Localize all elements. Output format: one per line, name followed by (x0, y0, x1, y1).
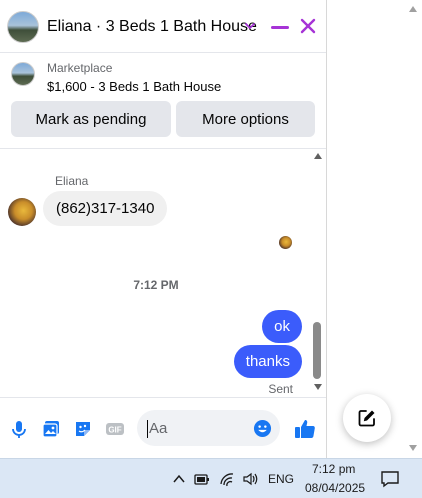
listing-thumbnail[interactable] (11, 62, 35, 86)
sticker-icon[interactable] (73, 419, 93, 439)
battery-icon[interactable] (194, 471, 210, 487)
clock-date[interactable]: 08/04/2025 (305, 481, 365, 495)
message-composer: GIF (0, 397, 326, 458)
gif-icon[interactable]: GIF (105, 419, 125, 439)
chat-header: Eliana · 3 Beds 1 Bath House (0, 0, 326, 52)
new-message-icon (358, 410, 375, 427)
windows-taskbar: ENG 7:12 pm 08/04/2025 (0, 458, 422, 498)
read-receipt-avatar (279, 236, 292, 249)
scrollbar-thumb[interactable] (313, 322, 321, 379)
marketplace-label: Marketplace (47, 61, 113, 75)
language-indicator[interactable]: ENG (268, 472, 294, 486)
svg-text:GIF: GIF (108, 426, 121, 435)
scroll-up-arrow-icon[interactable] (314, 153, 322, 159)
chevron-up-icon[interactable] (171, 471, 187, 487)
notification-center-icon[interactable] (380, 470, 400, 488)
minimize-icon[interactable] (271, 26, 289, 29)
page-scroll-up-icon[interactable] (409, 6, 417, 12)
volume-icon[interactable] (242, 471, 258, 487)
outgoing-message[interactable]: ok (262, 310, 302, 343)
listing-avatar[interactable] (7, 11, 39, 43)
scroll-down-arrow-icon[interactable] (314, 384, 322, 390)
more-options-button[interactable]: More options (176, 101, 315, 137)
clock-time[interactable]: 7:12 pm (312, 462, 355, 476)
new-message-button[interactable] (343, 394, 391, 442)
delivery-status: Sent (268, 382, 293, 396)
message-list: Eliana (862)317-1340 7:12 PM ok thanks S… (0, 149, 326, 397)
like-icon[interactable] (293, 417, 317, 441)
incoming-message[interactable]: (862)317-1340 (43, 191, 168, 226)
message-scrollbar[interactable] (311, 149, 325, 397)
close-icon[interactable] (298, 16, 318, 36)
page-scroll-down-icon[interactable] (409, 445, 417, 451)
mark-as-pending-button[interactable]: Mark as pending (11, 101, 171, 137)
photo-icon[interactable] (41, 419, 61, 439)
sender-avatar[interactable] (8, 198, 36, 226)
wifi-icon[interactable] (219, 471, 235, 487)
marketplace-banner: Marketplace $1,600 - 3 Beds 1 Bath House… (0, 53, 326, 148)
chevron-down-icon[interactable] (244, 20, 256, 32)
microphone-icon[interactable] (9, 419, 29, 439)
listing-title[interactable]: $1,600 - 3 Beds 1 Bath House (47, 79, 221, 94)
sender-name: Eliana (55, 174, 89, 188)
text-cursor (147, 420, 148, 438)
chat-window: Eliana · 3 Beds 1 Bath House Marketplace… (0, 0, 327, 458)
outgoing-message[interactable]: thanks (233, 345, 302, 378)
chat-title[interactable]: Eliana · 3 Beds 1 Bath House (47, 18, 257, 36)
emoji-icon[interactable] (253, 419, 272, 438)
message-timestamp: 7:12 PM (133, 278, 179, 292)
